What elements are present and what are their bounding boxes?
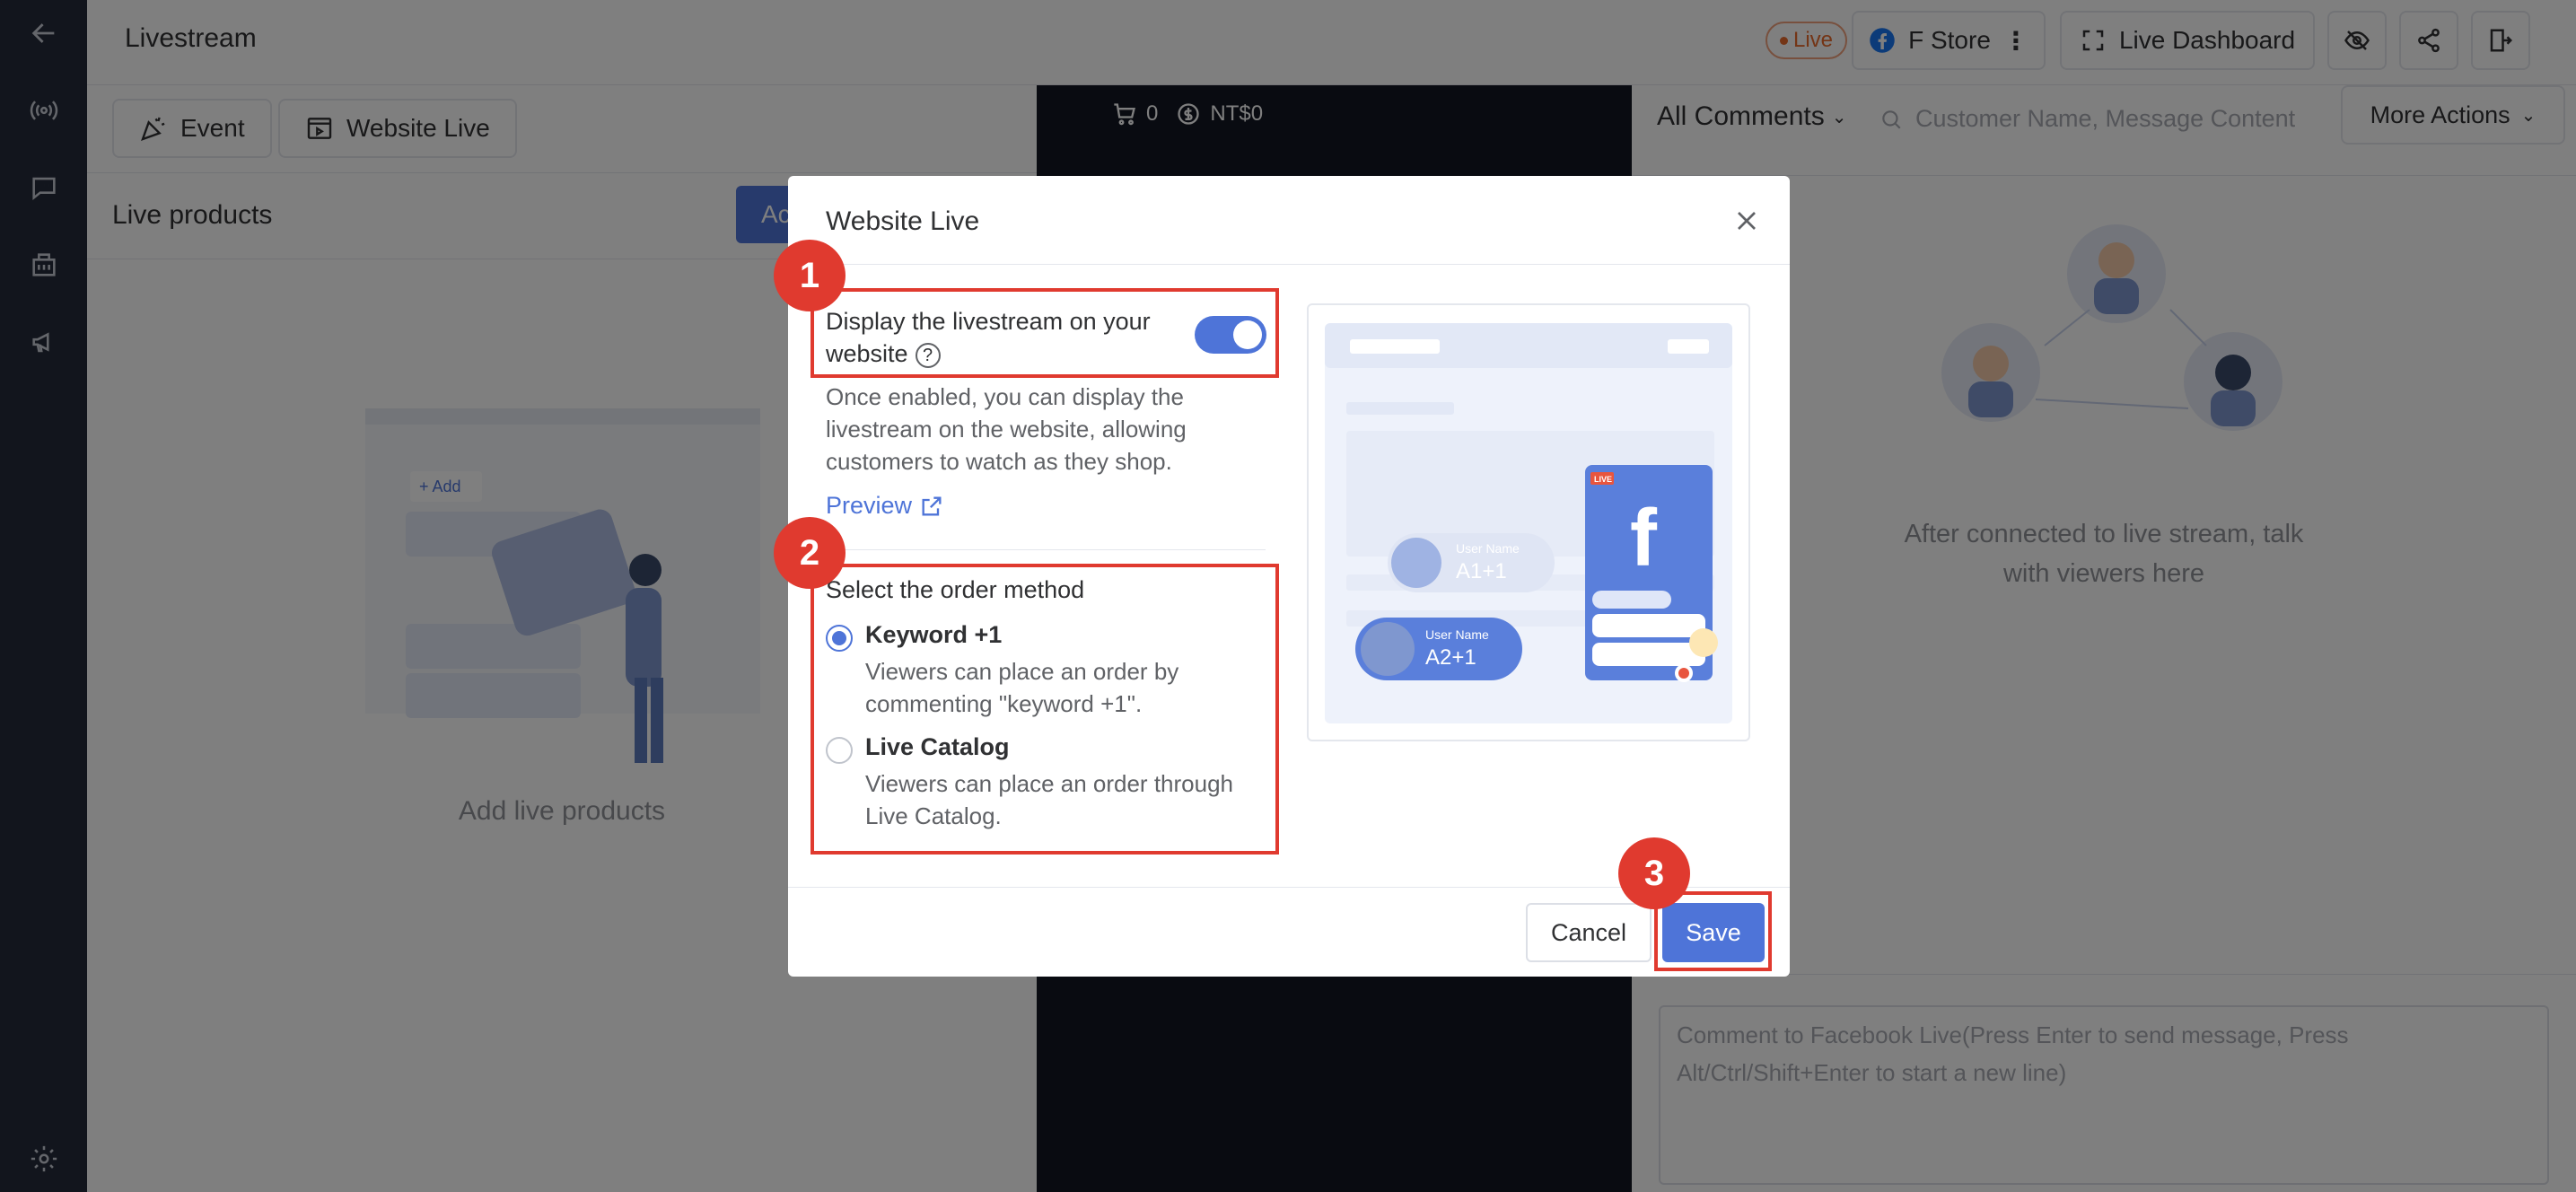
annotation-number-1: 1: [774, 240, 846, 311]
website-live-preview-illustration: LIVE f User Name A1+1 User Name A2+1: [1307, 303, 1750, 741]
live-tag-label: LIVE: [1594, 475, 1612, 484]
annotation-box-2: [810, 564, 1279, 855]
website-live-preview-graphic: LIVE f User Name A1+1 User Name A2+1: [1325, 323, 1732, 723]
annotation-number-2: 2: [774, 517, 846, 589]
bubble-comment-text: A2+1: [1425, 645, 1476, 670]
bubble-user-name: User Name: [1456, 541, 1520, 556]
description-line: livestream on the website, allowing: [826, 416, 1187, 443]
divider: [788, 264, 1790, 265]
divider: [826, 549, 1266, 550]
bubble-comment-text: A1+1: [1456, 559, 1507, 583]
annotation-box-1: [810, 288, 1279, 378]
external-link-icon: [922, 496, 942, 515]
annotation-number-3: 3: [1618, 837, 1690, 909]
close-icon[interactable]: [1730, 205, 1763, 237]
description-line: customers to watch as they shop.: [826, 448, 1172, 475]
cancel-button[interactable]: Cancel: [1526, 903, 1652, 962]
display-livestream-description: Once enabled, you can display the livest…: [826, 381, 1248, 478]
bubble-user-name: User Name: [1425, 627, 1489, 642]
preview-link-label: Preview: [826, 492, 913, 519]
preview-link[interactable]: Preview: [826, 492, 944, 520]
description-line: Once enabled, you can display the: [826, 383, 1184, 410]
dialog-title: Website Live: [826, 206, 980, 236]
facebook-f-logo: f: [1630, 494, 1658, 583]
